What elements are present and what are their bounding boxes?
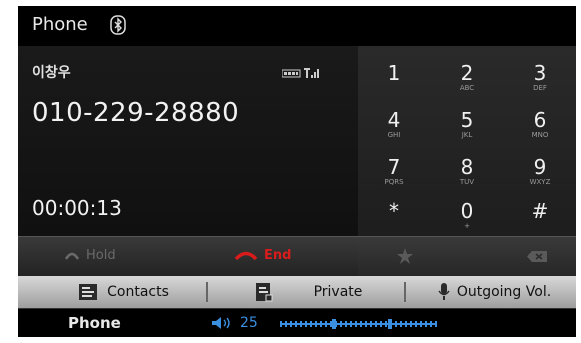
key-digit: 0 bbox=[460, 199, 474, 223]
key-8[interactable]: 8 TUV bbox=[431, 144, 503, 191]
key-digit: 2 bbox=[460, 61, 474, 85]
key-2[interactable]: 2 ABC bbox=[431, 50, 503, 97]
menu-divider bbox=[404, 282, 406, 302]
bluetooth-icon bbox=[110, 15, 126, 35]
end-call-button[interactable]: End bbox=[188, 237, 358, 277]
contacts-button[interactable]: Contacts bbox=[48, 276, 198, 308]
contacts-icon bbox=[79, 284, 98, 300]
key-7[interactable]: 7 PQRS bbox=[358, 144, 430, 191]
private-button[interactable]: Private bbox=[218, 276, 398, 308]
key-6[interactable]: 6 MNO bbox=[504, 97, 576, 144]
microphone-icon bbox=[438, 283, 450, 300]
key-letters: + bbox=[464, 222, 470, 230]
bottom-menu: Contacts Private Outgoing Vol. bbox=[18, 276, 576, 308]
key-digit: 3 bbox=[533, 61, 547, 85]
key-digit: 6 bbox=[533, 108, 547, 132]
hold-button[interactable]: Hold bbox=[18, 237, 188, 277]
call-info-panel: 이창우 010-229-28880 00:00:13 Hold End bbox=[18, 46, 358, 277]
mode-label: Phone bbox=[68, 314, 121, 332]
key-letters: DEF bbox=[533, 84, 547, 92]
key-letters: JKL bbox=[461, 131, 473, 139]
key-1[interactable]: 1 bbox=[358, 50, 430, 97]
key-digit: 4 bbox=[387, 108, 401, 132]
key-letters: TUV bbox=[459, 178, 475, 186]
key-digit: 1 bbox=[387, 61, 401, 85]
app-title: Phone bbox=[32, 14, 88, 35]
hold-label: Hold bbox=[86, 248, 116, 263]
private-icon bbox=[255, 283, 273, 302]
private-label: Private bbox=[313, 284, 363, 300]
phone-screen: Phone 이창우 010-229-28880 00:00:13 Hold En… bbox=[18, 6, 576, 337]
handset-icon bbox=[64, 252, 80, 260]
signal-battery-icon bbox=[282, 68, 319, 78]
key-hash[interactable]: # bbox=[504, 188, 576, 235]
caller-name: 이창우 bbox=[32, 65, 71, 81]
status-bar: Phone 25 bbox=[18, 308, 576, 337]
key-digit: 9 bbox=[533, 155, 547, 179]
key-star[interactable]: * bbox=[358, 188, 430, 235]
header: Phone bbox=[18, 6, 576, 46]
key-5[interactable]: 5 JKL bbox=[431, 97, 503, 144]
star-icon[interactable] bbox=[396, 247, 414, 265]
key-3[interactable]: 3 DEF bbox=[504, 50, 576, 97]
volume-bar[interactable] bbox=[280, 319, 440, 329]
key-digit: 5 bbox=[460, 108, 474, 132]
end-call-icon bbox=[234, 251, 258, 261]
keypad-action-bar bbox=[358, 236, 576, 277]
call-duration: 00:00:13 bbox=[32, 196, 122, 220]
key-digit: 8 bbox=[460, 155, 474, 179]
key-0[interactable]: 0 + bbox=[431, 188, 503, 235]
call-control-bar: Hold End bbox=[18, 236, 358, 277]
outgoing-volume-label: Outgoing Vol. bbox=[456, 284, 552, 300]
key-letters: WXYZ bbox=[529, 178, 551, 186]
outgoing-volume-button[interactable]: Outgoing Vol. bbox=[414, 276, 574, 308]
backspace-icon[interactable] bbox=[526, 250, 548, 263]
speaker-icon bbox=[212, 317, 230, 329]
key-4[interactable]: 4 GHI bbox=[358, 97, 430, 144]
end-label: End bbox=[264, 248, 292, 263]
menu-divider bbox=[206, 282, 208, 302]
contacts-label: Contacts bbox=[107, 284, 169, 300]
key-digit: 7 bbox=[387, 155, 401, 179]
key-letters: MNO bbox=[531, 131, 549, 139]
key-digit: * bbox=[389, 199, 399, 223]
key-9[interactable]: 9 WXYZ bbox=[504, 144, 576, 191]
key-letters: ABC bbox=[459, 84, 475, 92]
keypad: 1 2 ABC 3 DEF 4 GHI 5 JKL 6 MNO 7 PQRS 8… bbox=[358, 46, 576, 277]
key-letters: PQRS bbox=[384, 178, 404, 186]
key-digit: # bbox=[531, 199, 549, 223]
key-letters: GHI bbox=[387, 131, 401, 139]
volume-level: 25 bbox=[240, 315, 258, 331]
phone-number: 010-229-28880 bbox=[32, 98, 240, 128]
